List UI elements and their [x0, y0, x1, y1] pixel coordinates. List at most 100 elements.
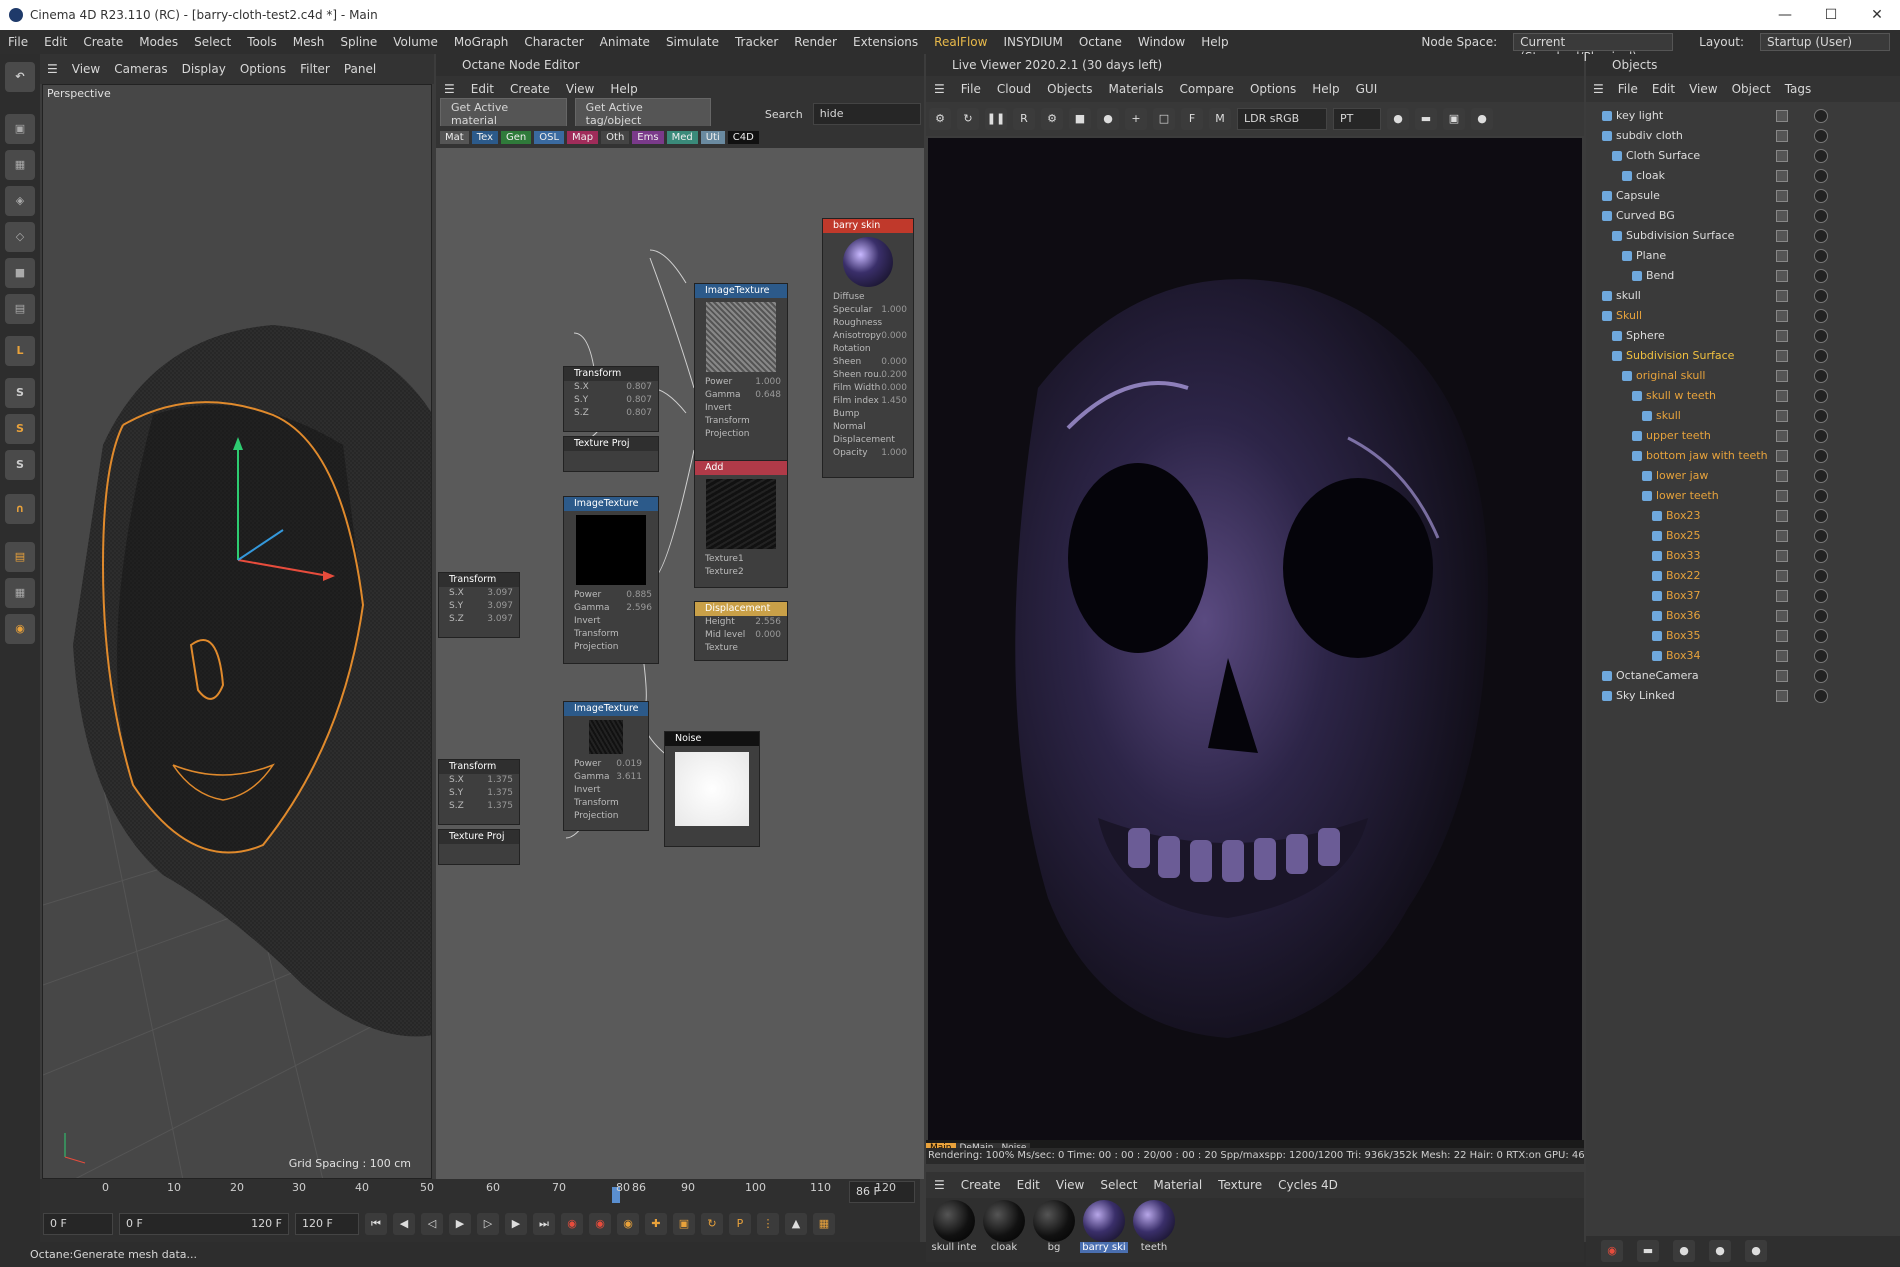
perspective-viewport[interactable]: Perspective Grid Spacing : 100 cm	[42, 84, 432, 1179]
node-editor-menu-edit[interactable]: Edit	[471, 82, 494, 96]
object-tag-icon[interactable]	[1814, 609, 1828, 623]
range-slider[interactable]: 0 F 120 F	[119, 1213, 289, 1235]
object-row[interactable]: Cloth Surface	[1586, 146, 1900, 166]
object-row[interactable]: Plane	[1586, 246, 1900, 266]
autokey-icon[interactable]: ◉	[589, 1213, 611, 1235]
material-menu-create[interactable]: Create	[961, 1178, 1001, 1192]
viewport-menu-options[interactable]: Options	[240, 62, 286, 76]
object-tag-icon[interactable]	[1814, 249, 1828, 263]
snap-workplane-icon[interactable]: S	[5, 450, 35, 480]
object-row[interactable]: skull	[1586, 406, 1900, 426]
live-viewer-menu-cloud[interactable]: Cloud	[997, 82, 1031, 96]
visibility-toggle[interactable]	[1776, 510, 1788, 522]
object-tag-icon[interactable]	[1814, 489, 1828, 503]
ldr-select[interactable]: LDR sRGB	[1237, 108, 1327, 130]
minimize-icon[interactable]: —	[1762, 0, 1808, 30]
env-icon[interactable]: ●	[1745, 1240, 1767, 1262]
menu-window[interactable]: Window	[1138, 35, 1185, 49]
snap-settings-icon[interactable]: S	[5, 414, 35, 444]
menu-simulate[interactable]: Simulate	[666, 35, 719, 49]
region-render-icon[interactable]: R	[1013, 108, 1035, 130]
material-menu-select[interactable]: Select	[1100, 1178, 1137, 1192]
live-viewer-menu-file[interactable]: File	[961, 82, 981, 96]
object-tag-icon[interactable]	[1814, 189, 1828, 203]
visibility-toggle[interactable]	[1776, 550, 1788, 562]
live-viewer-menu-objects[interactable]: Objects	[1047, 82, 1092, 96]
visibility-toggle[interactable]	[1776, 610, 1788, 622]
node-imagetexture-1[interactable]: ImageTexture Power 1.000 Gamma 0.648 Invert T…	[694, 283, 788, 473]
focus-icon[interactable]: F	[1181, 108, 1203, 130]
material-swatch[interactable]: bg	[1030, 1200, 1078, 1253]
axis-icon[interactable]: L	[5, 336, 35, 366]
workplane-icon[interactable]: ▤	[5, 542, 35, 572]
live-viewer-menu-help[interactable]: Help	[1312, 82, 1339, 96]
visibility-toggle[interactable]	[1776, 570, 1788, 582]
polygons-mode-icon[interactable]: ■	[5, 258, 35, 288]
menu-character[interactable]: Character	[524, 35, 583, 49]
menu-help[interactable]: Help	[1201, 35, 1228, 49]
category-mat[interactable]: Mat	[440, 130, 469, 144]
menu-tracker[interactable]: Tracker	[735, 35, 778, 49]
parameter-key-icon[interactable]: P	[729, 1213, 751, 1235]
category-osl[interactable]: OSL	[534, 130, 565, 144]
object-tag-icon[interactable]	[1814, 349, 1828, 363]
category-c4d[interactable]: C4D	[727, 130, 759, 144]
object-row[interactable]: original skull	[1586, 366, 1900, 386]
object-row[interactable]: Box35	[1586, 626, 1900, 646]
object-tag-icon[interactable]	[1814, 109, 1828, 123]
node-editor-menu-view[interactable]: View	[566, 82, 594, 96]
category-med[interactable]: Med	[666, 130, 698, 144]
object-tag-icon[interactable]	[1814, 209, 1828, 223]
scale-key-icon[interactable]: ▣	[673, 1213, 695, 1235]
object-row[interactable]: lower jaw	[1586, 466, 1900, 486]
object-row[interactable]: lower teeth	[1586, 486, 1900, 506]
object-row[interactable]: Box36	[1586, 606, 1900, 626]
undo-icon[interactable]: ↶	[5, 62, 35, 92]
film-icon[interactable]: ▬	[1415, 108, 1437, 130]
visibility-toggle[interactable]	[1776, 230, 1788, 242]
menu-modes[interactable]: Modes	[139, 35, 178, 49]
visibility-toggle[interactable]	[1776, 170, 1788, 182]
visibility-toggle[interactable]	[1776, 290, 1788, 302]
material-menu-material[interactable]: Material	[1153, 1178, 1202, 1192]
visibility-toggle[interactable]	[1776, 430, 1788, 442]
visibility-toggle[interactable]	[1776, 190, 1788, 202]
material-swatch[interactable]: skull inte	[930, 1200, 978, 1253]
menu-mesh[interactable]: Mesh	[293, 35, 325, 49]
object-row[interactable]: key light	[1586, 106, 1900, 126]
viewport-menu-view[interactable]: View	[72, 62, 100, 76]
visibility-toggle[interactable]	[1776, 370, 1788, 382]
category-tex[interactable]: Tex	[471, 130, 498, 144]
object-row[interactable]: Box37	[1586, 586, 1900, 606]
lock-icon[interactable]: ■	[1069, 108, 1091, 130]
points-mode-icon[interactable]: ◈	[5, 186, 35, 216]
material-menu-cycles-4d[interactable]: Cycles 4D	[1278, 1178, 1338, 1192]
node-imagetexture-2[interactable]: ImageTexture Power 0.885 Gamma 2.596 Invert T…	[563, 496, 659, 664]
visibility-toggle[interactable]	[1776, 270, 1788, 282]
category-gen[interactable]: Gen	[501, 130, 532, 144]
object-row[interactable]: Skull	[1586, 306, 1900, 326]
play-icon[interactable]: ▶	[449, 1213, 471, 1235]
object-row[interactable]: Box34	[1586, 646, 1900, 666]
live-viewer-menu-options[interactable]: Options	[1250, 82, 1296, 96]
clay-icon[interactable]: ●	[1387, 108, 1409, 130]
object-row[interactable]: Curved BG	[1586, 206, 1900, 226]
next-frame-icon[interactable]: ▷	[477, 1213, 499, 1235]
node-canvas[interactable]: barry skin Diffuse Specular 1.000 Roughness…	[436, 148, 924, 1179]
node-barry-skin[interactable]: barry skin Diffuse Specular 1.000 Roughness…	[822, 218, 914, 478]
object-row[interactable]: Subdivision Surface	[1586, 226, 1900, 246]
pause-render-icon[interactable]: ❚❚	[985, 108, 1007, 130]
node-editor-menu-help[interactable]: Help	[610, 82, 637, 96]
menu-octane[interactable]: Octane	[1079, 35, 1122, 49]
end-frame-field[interactable]: 120 F	[295, 1213, 359, 1235]
menu-extensions[interactable]: Extensions	[853, 35, 918, 49]
motion-system-icon[interactable]: ▲	[785, 1213, 807, 1235]
object-tag-icon[interactable]	[1814, 329, 1828, 343]
menu-file[interactable]: File	[8, 35, 28, 49]
visibility-toggle[interactable]	[1776, 110, 1788, 122]
pick-icon[interactable]: □	[1153, 108, 1175, 130]
material-ball-icon[interactable]: ●	[1097, 108, 1119, 130]
object-tag-icon[interactable]	[1814, 529, 1828, 543]
object-row[interactable]: cloak	[1586, 166, 1900, 186]
menu-render[interactable]: Render	[794, 35, 837, 49]
